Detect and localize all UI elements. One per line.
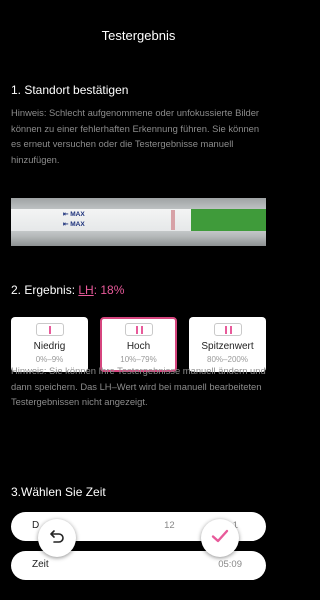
undo-arrow-icon bbox=[48, 527, 66, 550]
card-label: Hoch bbox=[126, 341, 151, 352]
test-strip-photo[interactable]: ⇤ MAX ⇤ MAX bbox=[11, 198, 266, 246]
strip-handle bbox=[191, 209, 266, 231]
card-label: Spitzenwert bbox=[201, 341, 254, 352]
checkmark-icon bbox=[210, 526, 230, 551]
hint-text-manual: Hinweis: Sie können Ihre Testergebnisse … bbox=[11, 365, 266, 407]
card-label: Niedrig bbox=[33, 341, 66, 352]
section-heading-result: 2. Ergebnis: LH: 18% bbox=[11, 283, 124, 297]
time-label: Zeit bbox=[32, 559, 49, 570]
time-value: 05:09 bbox=[218, 559, 242, 570]
confirm-button[interactable] bbox=[201, 519, 239, 557]
undo-button[interactable] bbox=[38, 519, 76, 557]
strip-mini-icon bbox=[213, 323, 242, 336]
result-prefix: 2. Ergebnis: bbox=[11, 283, 79, 297]
result-value: : 18% bbox=[93, 283, 125, 297]
strip-test-line bbox=[171, 210, 175, 230]
strip-mini-icon bbox=[35, 323, 64, 336]
section-heading-location: 1. Standort bestätigen bbox=[11, 83, 129, 97]
strip-max-marks: ⇤ MAX ⇤ MAX bbox=[63, 211, 85, 228]
page-title: Testergebnis bbox=[101, 28, 176, 43]
strip-mini-icon bbox=[124, 323, 153, 336]
hint-text-image: Hinweis: Schlecht aufgenommene oder unfo… bbox=[11, 107, 260, 165]
lh-link[interactable]: LH bbox=[78, 283, 93, 297]
date-label: D bbox=[32, 520, 40, 531]
section-heading-time: 3.Wählen Sie Zeit bbox=[11, 485, 106, 499]
screen: Testergebnis 1. Standort bestätigen Hinw… bbox=[0, 0, 277, 600]
